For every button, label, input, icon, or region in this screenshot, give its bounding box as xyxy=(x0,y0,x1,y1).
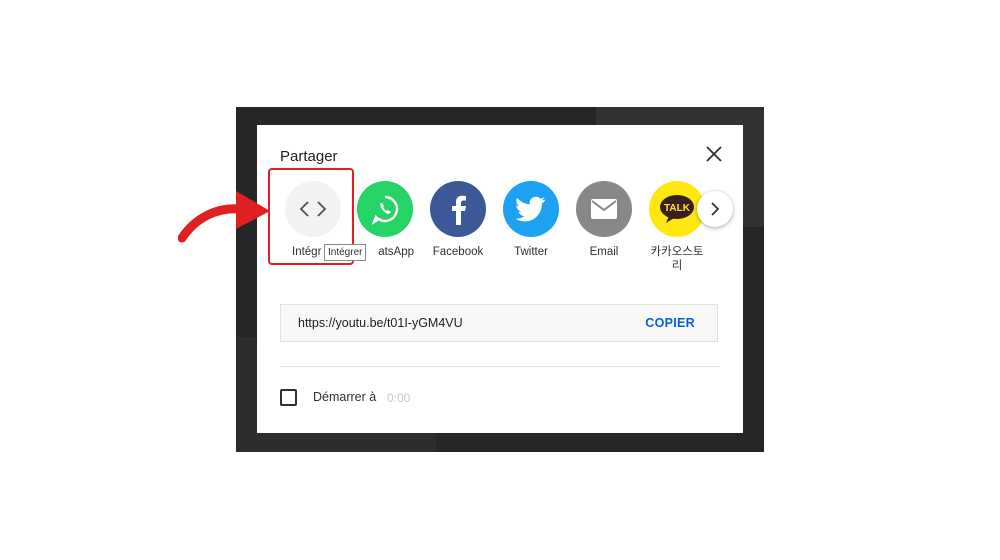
share-facebook-label: Facebook xyxy=(432,246,484,258)
share-url-field[interactable]: https://youtu.be/t01I-yGM4VU xyxy=(298,316,463,330)
share-twitter-label: Twitter xyxy=(514,246,548,258)
facebook-icon[interactable] xyxy=(430,181,486,237)
red-arrow-icon xyxy=(178,191,270,243)
share-facebook-button[interactable]: Facebook xyxy=(423,181,493,259)
share-kakaostory-label: 카카오스토리 xyxy=(650,246,704,272)
divider xyxy=(280,366,720,367)
close-icon[interactable] xyxy=(703,143,725,165)
share-email-label: Email xyxy=(589,246,619,258)
copy-button[interactable]: COPIER xyxy=(645,316,695,330)
start-at-label: Démarrer à xyxy=(313,390,377,404)
start-time-input[interactable]: 0:00 xyxy=(387,391,410,405)
close-button[interactable] xyxy=(703,143,725,165)
dialog-title: Partager xyxy=(280,148,338,165)
start-at-checkbox[interactable] xyxy=(280,389,297,406)
next-share-options-button[interactable] xyxy=(697,191,733,227)
email-icon[interactable] xyxy=(576,181,632,237)
embed-tooltip: Intégrer xyxy=(324,244,367,261)
share-kakaostory-button[interactable]: TALK 카카오스토리 xyxy=(642,181,712,273)
kakao-badge-text: TALK xyxy=(664,203,691,214)
whatsapp-icon[interactable] xyxy=(357,181,413,237)
share-email-button[interactable]: Email xyxy=(569,181,639,259)
twitter-icon[interactable] xyxy=(503,181,559,237)
share-url-box: https://youtu.be/t01I-yGM4VU COPIER xyxy=(280,304,718,342)
share-dialog: Partager Intégr atsApp Facebook Twitter … xyxy=(257,125,743,433)
chevron-right-icon[interactable] xyxy=(709,202,721,216)
share-twitter-button[interactable]: Twitter xyxy=(496,181,566,259)
